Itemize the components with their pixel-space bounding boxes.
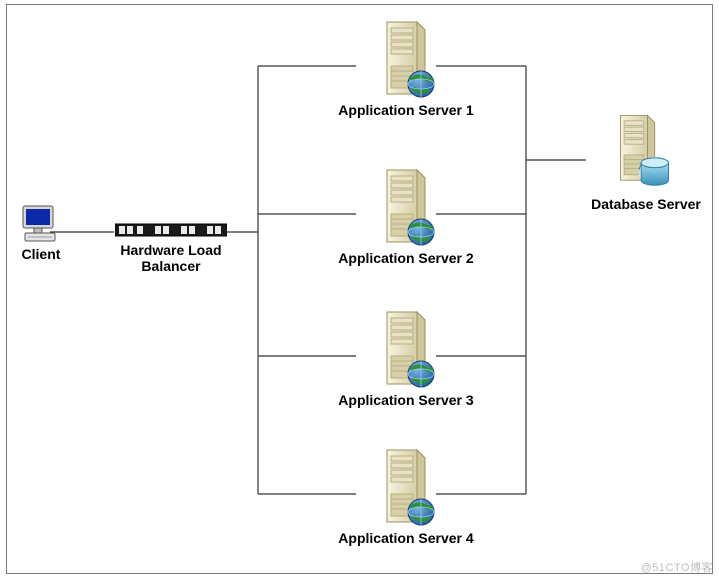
app-server-2-node: Application Server 2: [326, 164, 486, 266]
app-server-4-label: Application Server 4: [326, 530, 486, 546]
rack-switch-icon: [115, 222, 227, 240]
server-icon: [366, 306, 446, 392]
watermark: @51CTO博客: [641, 559, 713, 575]
client-label: Client: [10, 246, 72, 262]
server-icon: [366, 444, 446, 530]
server-icon: [366, 164, 446, 250]
app-server-2-label: Application Server 2: [326, 250, 486, 266]
server-icon: [366, 16, 446, 102]
client-node: Client: [10, 202, 72, 262]
app-server-1-node: Application Server 1: [326, 16, 486, 118]
monitor-icon: [19, 202, 63, 246]
app-server-3-node: Application Server 3: [326, 306, 486, 408]
balancer-node: Hardware Load Balancer: [112, 222, 230, 274]
database-label: Database Server: [580, 196, 712, 212]
app-server-1-label: Application Server 1: [326, 102, 486, 118]
balancer-label-l1: Hardware Load: [112, 242, 230, 258]
database-node: Database Server: [580, 112, 712, 212]
app-server-3-label: Application Server 3: [326, 392, 486, 408]
balancer-label-l2: Balancer: [112, 258, 230, 274]
database-server-icon: [607, 112, 685, 196]
app-server-4-node: Application Server 4: [326, 444, 486, 546]
